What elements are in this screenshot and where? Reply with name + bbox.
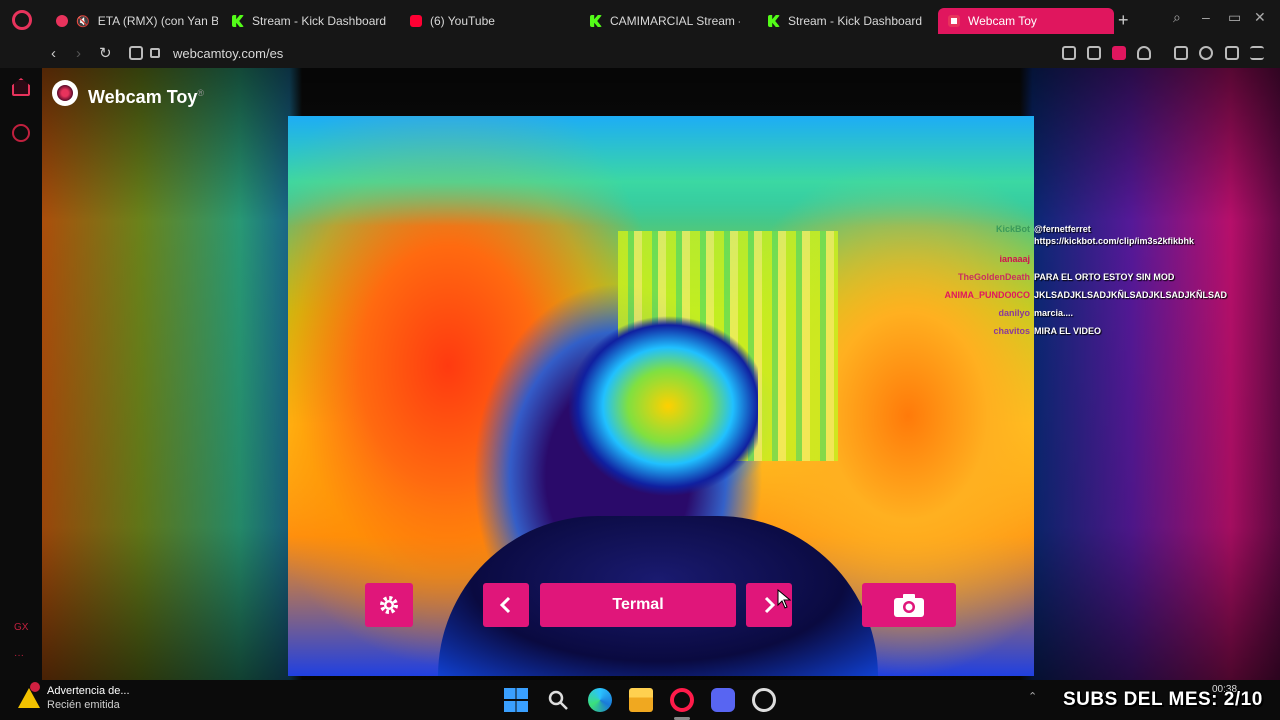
site-title[interactable]: Webcam Toy® [88,82,204,108]
tab-label: (6) YouTube [430,14,495,28]
chat-text: JKLSADJKLSADJKÑLSADJKLSADJKÑLSAD [1034,290,1228,300]
file-explorer-icon[interactable] [629,688,653,712]
more-icon[interactable]: ··· [14,650,32,668]
webcam-preview: Termal [288,116,1034,676]
take-photo-button[interactable] [862,583,956,627]
forward-icon[interactable]: › [76,44,81,64]
url-field[interactable]: webcamtoy.com/es [173,44,283,64]
pin-icon[interactable] [1062,46,1076,60]
chevron-left-icon [499,596,511,614]
chat-message: https://kickbot.com/clip/im3s2kfikbhk [900,232,1240,250]
heart-icon[interactable] [1137,46,1151,60]
snapshot-icon[interactable] [1087,46,1101,60]
tab-camimarcial[interactable]: CAMIMARCIAL Stream - [580,8,740,34]
extensions-icon[interactable] [1174,46,1188,60]
youtube-icon [56,15,68,27]
tray-chevron-up-icon[interactable]: ⌃ [1028,690,1037,703]
webcamtoy-icon [948,15,960,27]
browser-tab-bar: 🔇 ETA (RMX) (con Yan B Stream - Kick Das… [0,0,1280,40]
discord-icon[interactable] [711,688,735,712]
close-icon[interactable]: ✕ [1254,9,1266,26]
chat-message: ANIMA_PUNDO0CO JKLSADJKLSADJKÑLSADJKLSAD… [900,286,1240,304]
obs-icon[interactable] [752,688,776,712]
chat-username [900,232,1030,250]
chat-text: https://kickbot.com/clip/im3s2kfikbhk [1034,236,1195,246]
chat-username: chavitos [993,326,1030,336]
restore-icon[interactable]: ▭ [1228,9,1241,26]
screen-icon[interactable] [129,46,143,60]
tab-kick-dashboard-1[interactable]: Stream - Kick Dashboard [222,8,394,34]
search-icon[interactable] [546,688,570,712]
chat-text: marcia.... [1034,308,1074,318]
chat-message: ianaaaj [900,250,1240,268]
chat-message: chavitos MIRA EL VIDEO [900,322,1240,340]
home-icon[interactable] [12,78,30,96]
lock-icon [150,48,160,58]
tab-eta-rmx[interactable]: 🔇 ETA (RMX) (con Yan B [46,8,218,34]
camera-icon [894,594,924,617]
new-tab-button[interactable]: + [1118,10,1129,30]
webcamtoy-logo-icon[interactable] [52,80,78,106]
chat-username: ianaaaj [999,254,1030,264]
opera-gx-icon[interactable] [670,688,694,712]
aria-icon[interactable] [12,124,30,142]
kick-icon [590,15,602,27]
address-bar: ‹ › ↻ webcamtoy.com/es [0,40,1280,68]
tab-label: Webcam Toy [968,14,1037,28]
youtube-icon [410,15,422,27]
tab-youtube[interactable]: (6) YouTube [400,8,572,34]
stream-chat-overlay: KickBot @fernetferret https://kickbot.co… [900,220,1240,340]
kick-icon [768,15,780,27]
kick-icon [232,15,244,27]
chat-text: MIRA EL VIDEO [1034,326,1102,336]
settings-button[interactable] [365,583,413,627]
opera-logo-icon[interactable] [12,10,32,30]
chat-username: TheGoldenDeath [957,272,1030,282]
download-icon[interactable] [1225,46,1239,60]
previous-effect-button[interactable] [483,583,529,627]
screen: 🔇 ETA (RMX) (con Yan B Stream - Kick Das… [0,0,1280,720]
tab-label: CAMIMARCIAL Stream - [610,14,740,28]
notification-title[interactable]: Advertencia de... [47,684,130,698]
minimize-icon[interactable]: – [1202,9,1210,25]
chat-username: danilyo [998,308,1030,318]
mouse-cursor-icon [777,589,791,609]
edge-icon[interactable] [588,688,612,712]
profile-icon[interactable] [1199,46,1213,60]
tab-kick-dashboard-2[interactable]: Stream - Kick Dashboard [758,8,930,34]
effect-name-button[interactable]: Termal [540,583,736,627]
chat-username: ANIMA_PUNDO0CO [944,290,1030,300]
thermal-ceiling [288,116,1034,226]
tab-webcam-toy[interactable]: Webcam Toy [938,8,1114,34]
reload-icon[interactable]: ↻ [99,44,112,64]
tab-label: ETA (RMX) (con Yan B [97,14,218,28]
chat-text: PARA EL ORTO ESTOY SIN MOD [1034,272,1175,282]
webcam-toy-page: Webcam Toy® Termal [42,68,1280,680]
gear-icon [380,596,398,614]
tab-label: Stream - Kick Dashboard [252,14,387,28]
sidebar: GX ··· [0,68,42,680]
notification-subtitle: Recién emitida [47,699,120,711]
pocket-icon[interactable] [1112,46,1126,60]
chat-message: TheGoldenDeath PARA EL ORTO ESTOY SIN MO… [900,268,1240,286]
windows-start-icon[interactable] [504,688,528,712]
gx-icon[interactable]: GX [14,622,32,640]
speaker-muted-icon[interactable]: 🔇 [76,15,90,28]
subs-counter-overlay: SUBS DEL MES: 2/10 [1063,689,1263,710]
back-icon[interactable]: ‹ [51,44,56,64]
search-tabs-icon[interactable]: ⌕ [1173,9,1181,26]
chat-message: danilyo marcia.... [900,304,1240,322]
chevron-right-icon [764,596,776,614]
menu-icon[interactable] [1250,46,1264,60]
notification-badge [30,682,40,692]
tab-label: Stream - Kick Dashboard [788,14,923,28]
